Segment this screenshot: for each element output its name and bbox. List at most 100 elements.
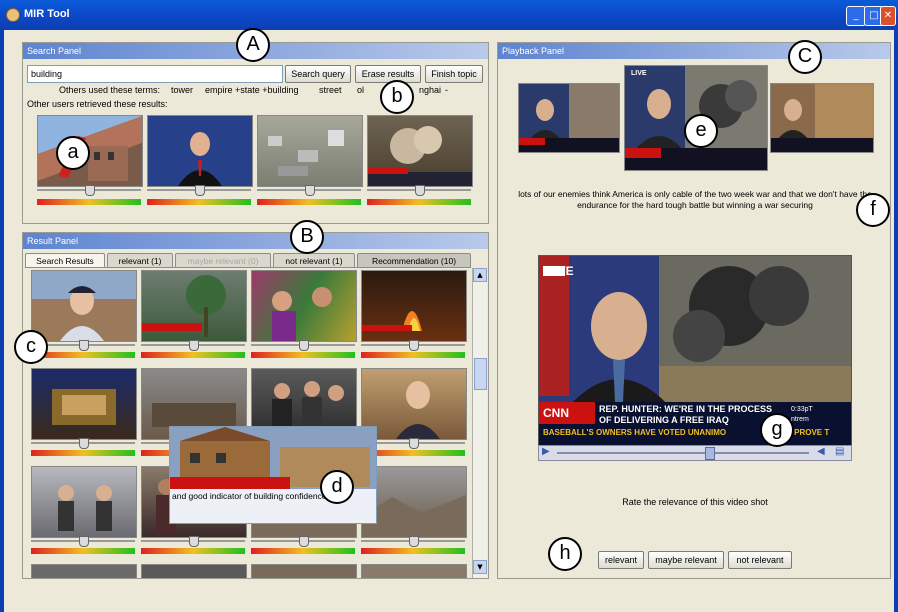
anchor-scene bbox=[148, 116, 252, 186]
term-link[interactable]: street bbox=[319, 85, 342, 95]
maybe-relevant-button[interactable]: maybe relevant bbox=[648, 551, 724, 569]
term-link[interactable]: empire +state +building bbox=[205, 85, 299, 95]
tab-recommendation[interactable]: Recommendation (10) bbox=[357, 253, 471, 268]
crowd-colorful-scene bbox=[272, 287, 332, 341]
result-thumbnail[interactable] bbox=[257, 115, 363, 187]
scroll-thumb[interactable] bbox=[474, 358, 487, 390]
video-player[interactable]: LIVE CNN REP. HUNTER: WE'RE IN THE PROCE… bbox=[538, 255, 852, 447]
result-thumbnail[interactable] bbox=[361, 564, 467, 578]
relevance-slider[interactable] bbox=[257, 185, 361, 196]
relevance-bar bbox=[257, 199, 361, 205]
seek-track[interactable] bbox=[557, 452, 809, 454]
relevance-slider[interactable] bbox=[141, 340, 245, 351]
relevance-bar bbox=[361, 352, 465, 358]
result-thumbnail[interactable] bbox=[147, 115, 253, 187]
explosion-scene bbox=[368, 126, 472, 186]
search-input[interactable] bbox=[27, 65, 283, 83]
relevance-bar bbox=[141, 548, 245, 554]
close-icon[interactable]: ✕ bbox=[880, 6, 896, 26]
not-relevant-button[interactable]: not relevant bbox=[728, 551, 792, 569]
player-controls: ▶ ◀ ▤ bbox=[538, 445, 852, 461]
ticker-subheadline: OF DELIVERING A FREE IRAQ bbox=[599, 415, 729, 425]
result-thumbnail[interactable] bbox=[361, 270, 467, 342]
annotation-b: b bbox=[380, 80, 414, 114]
playback-panel-title: Playback Panel bbox=[498, 43, 890, 59]
seek-handle[interactable] bbox=[705, 447, 715, 460]
man-cap-scene bbox=[60, 286, 104, 341]
network-logo: CNN bbox=[543, 406, 569, 420]
tab-relevant[interactable]: relevant (1) bbox=[107, 253, 173, 268]
relevance-slider[interactable] bbox=[361, 536, 465, 547]
ticker-clock: ntrem bbox=[791, 416, 809, 423]
relevance-bar bbox=[361, 548, 465, 554]
result-thumbnail[interactable] bbox=[31, 564, 137, 578]
annotation-C: C bbox=[788, 40, 822, 74]
others-terms-label: Others used these terms: bbox=[59, 85, 161, 95]
relevance-slider[interactable] bbox=[31, 536, 135, 547]
scroll-up-icon[interactable]: ▲ bbox=[473, 268, 487, 282]
result-panel-title: Result Panel bbox=[23, 233, 488, 249]
demolition-scene bbox=[58, 136, 128, 181]
scroll-down-icon[interactable]: ▼ bbox=[473, 560, 487, 574]
tab-maybe-relevant[interactable]: maybe relevant (0) bbox=[175, 253, 271, 268]
relevance-slider[interactable] bbox=[367, 185, 471, 196]
annotation-A: A bbox=[236, 28, 270, 62]
result-thumbnail[interactable] bbox=[31, 270, 137, 342]
fire-building-scene bbox=[362, 311, 422, 331]
relevance-bar bbox=[31, 548, 135, 554]
finish-topic-button[interactable]: Finish topic bbox=[425, 65, 483, 83]
tab-search-results[interactable]: Search Results bbox=[25, 253, 105, 268]
relevance-slider[interactable] bbox=[141, 536, 245, 547]
volume-icon[interactable]: ◀ bbox=[817, 446, 825, 457]
term-link[interactable]: ol bbox=[357, 85, 364, 95]
play-icon[interactable]: ▶ bbox=[542, 446, 550, 457]
app-icon bbox=[6, 8, 20, 22]
search-query-button[interactable]: Search query bbox=[285, 65, 351, 83]
fullscreen-icon[interactable]: ▤ bbox=[835, 446, 844, 457]
result-thumbnail[interactable] bbox=[367, 115, 473, 187]
rate-prompt: Rate the relevance of this video shot bbox=[622, 497, 768, 507]
result-thumbnail[interactable] bbox=[37, 115, 143, 187]
annotation-h: h bbox=[548, 537, 582, 571]
result-thumbnail[interactable] bbox=[31, 368, 137, 440]
result-scrollbar[interactable]: ▲ ▼ bbox=[472, 268, 487, 578]
result-thumbnail[interactable] bbox=[31, 466, 137, 538]
result-thumbnail[interactable] bbox=[141, 270, 247, 342]
transcript-text: lots of our enemies think America is onl… bbox=[518, 189, 872, 210]
rubble-scene bbox=[362, 495, 466, 537]
keyframe-thumbnail[interactable] bbox=[770, 83, 874, 153]
storm-tree-scene bbox=[142, 275, 226, 337]
others-results-label: Other users retrieved these results: bbox=[27, 99, 168, 109]
live-badge: LIVE bbox=[631, 70, 647, 77]
keyframe-thumbnail[interactable] bbox=[518, 83, 620, 153]
term-link[interactable]: tower bbox=[171, 85, 193, 95]
term-separator: - bbox=[445, 85, 448, 95]
ticker-headline: REP. HUNTER: WE'RE IN THE PROCESS bbox=[599, 404, 772, 414]
annotation-f: f bbox=[856, 193, 890, 227]
tab-not-relevant[interactable]: not relevant (1) bbox=[273, 253, 355, 268]
window-title-bar[interactable]: MIR Tool _ □ ✕ bbox=[0, 0, 898, 30]
minimize-icon[interactable]: _ bbox=[846, 6, 866, 26]
annotation-g: g bbox=[760, 413, 794, 447]
cnn-street-scene bbox=[771, 84, 873, 152]
relevance-slider[interactable] bbox=[31, 438, 135, 449]
relevance-slider[interactable] bbox=[37, 185, 141, 196]
relevance-slider[interactable] bbox=[251, 536, 355, 547]
term-link[interactable]: nghai bbox=[419, 85, 441, 95]
relevance-slider[interactable] bbox=[251, 340, 355, 351]
relevant-button[interactable]: relevant bbox=[598, 551, 644, 569]
relevance-bar bbox=[251, 548, 355, 554]
window-frame-right bbox=[894, 30, 898, 612]
ticker-crawl: BASEBALL'S OWNERS HAVE VOTED UNANIMO bbox=[543, 428, 727, 437]
search-panel: Search Panel Search query Erase results … bbox=[22, 42, 489, 224]
annotation-e: e bbox=[684, 114, 718, 148]
erase-results-button[interactable]: Erase results bbox=[355, 65, 421, 83]
annotation-c: c bbox=[14, 330, 48, 364]
result-thumbnail[interactable] bbox=[251, 270, 357, 342]
result-panel: Result Panel Search Results relevant (1)… bbox=[22, 232, 489, 579]
studio-interview-scene bbox=[58, 485, 112, 531]
relevance-slider[interactable] bbox=[361, 340, 465, 351]
relevance-slider[interactable] bbox=[147, 185, 251, 196]
result-thumbnail[interactable] bbox=[141, 564, 247, 578]
result-thumbnail[interactable] bbox=[251, 564, 357, 578]
